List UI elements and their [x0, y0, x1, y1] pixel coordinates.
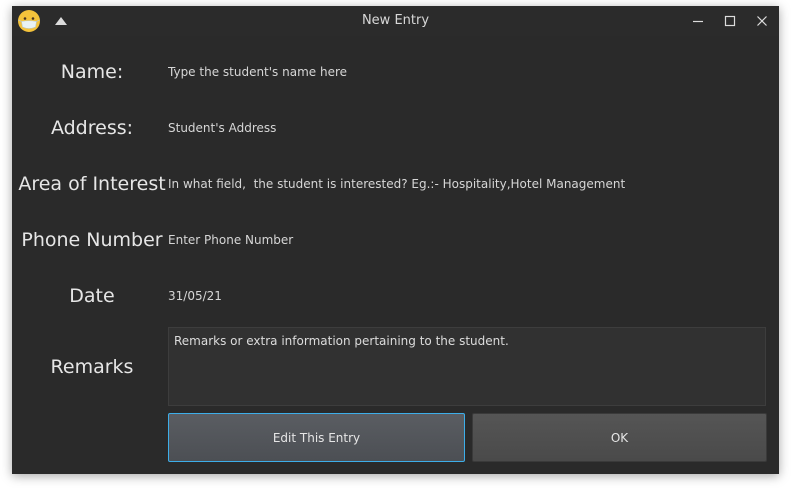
new-entry-window: New Entry Name: Address: Area of Interes…: [12, 6, 779, 474]
keep-above-icon[interactable]: [54, 14, 68, 28]
remarks-textarea[interactable]: Remarks or extra information pertaining …: [168, 327, 766, 406]
date-field[interactable]: 31/05/21: [168, 283, 766, 309]
address-input[interactable]: [168, 115, 766, 141]
remarks-label: Remarks: [50, 356, 134, 378]
date-label: Date: [69, 285, 115, 307]
interest-label: Area of Interest: [18, 173, 166, 195]
window-title: New Entry: [361, 13, 430, 28]
maximize-icon[interactable]: [721, 12, 739, 30]
face-mask-emoji-icon[interactable]: [17, 9, 41, 33]
minimize-icon[interactable]: [689, 12, 707, 30]
interest-input[interactable]: [168, 171, 766, 197]
name-input[interactable]: [168, 59, 766, 85]
phone-label: Phone Number: [21, 229, 163, 251]
edit-entry-button[interactable]: Edit This Entry: [168, 413, 465, 462]
title-bar[interactable]: New Entry: [12, 6, 779, 36]
phone-input[interactable]: [168, 227, 766, 253]
close-icon[interactable]: [753, 12, 771, 30]
name-label: Name:: [60, 61, 124, 83]
address-label: Address:: [50, 117, 134, 139]
ok-button[interactable]: OK: [472, 413, 767, 462]
